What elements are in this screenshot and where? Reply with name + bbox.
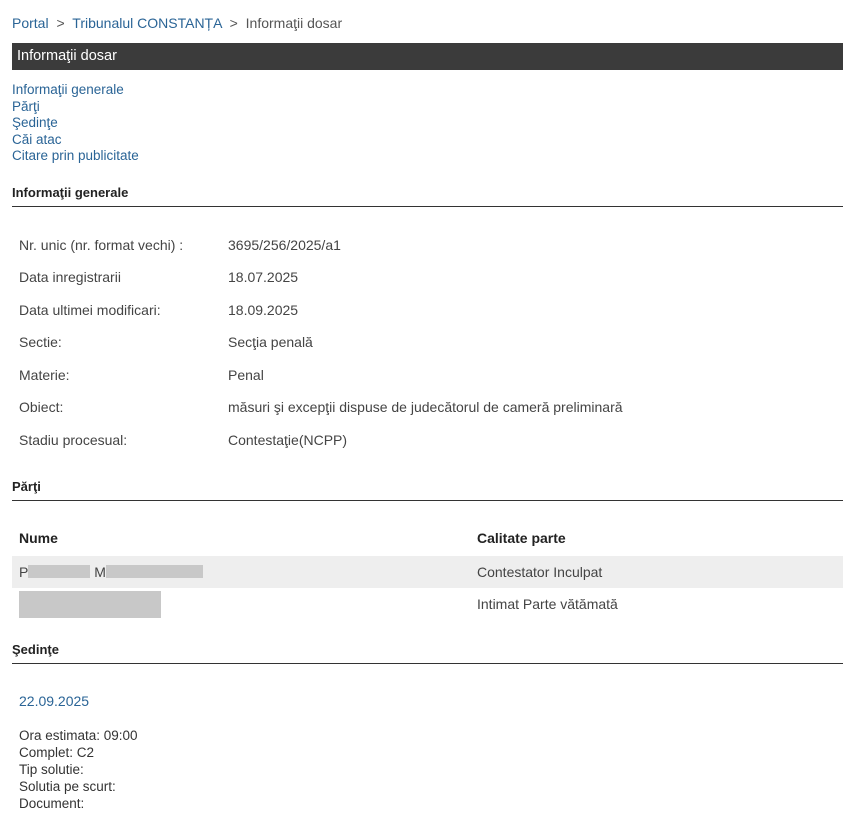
party-role: Contestator Inculpat: [477, 564, 603, 580]
breadcrumb-current: Informaţii dosar: [245, 15, 343, 31]
info-label: Materie:: [19, 367, 70, 383]
redaction-bar: [105, 565, 203, 578]
info-label: Stadiu procesual:: [19, 432, 128, 448]
info-value: Secţia penală: [228, 334, 313, 350]
page-title: Informaţii dosar: [17, 48, 117, 64]
info-value: 18.09.2025: [228, 302, 299, 318]
hearing-solutia: Solutia pe scurt:: [19, 779, 116, 794]
party-name-initial: P: [19, 564, 29, 580]
hearing-details: Ora estimata: 09:00 Complet: C2 Tip solu…: [19, 727, 138, 812]
info-label: Nr. unic (nr. format vechi) :: [19, 237, 184, 253]
section-heading-parti: Părţi: [12, 479, 843, 501]
redaction-bar: [28, 565, 91, 578]
breadcrumb-court-link[interactable]: Tribunalul CONSTANȚA: [72, 15, 221, 31]
info-label: Obiect:: [19, 399, 64, 415]
breadcrumb-separator: >: [229, 15, 238, 31]
breadcrumb-portal-link[interactable]: Portal: [12, 15, 49, 31]
column-header-calitate: Calitate parte: [477, 530, 566, 546]
info-value: Penal: [228, 367, 264, 383]
hearing-document: Document:: [19, 796, 85, 811]
column-header-nume: Nume: [19, 530, 58, 546]
breadcrumb: Portal > Tribunalul CONSTANȚA > Informaţ…: [12, 15, 342, 31]
nav-link-sedinte[interactable]: Şedinţe: [12, 115, 139, 132]
hearing-ora: Ora estimata: 09:00: [19, 728, 138, 743]
info-value: măsuri şi excepţii dispuse de judecătoru…: [228, 399, 623, 415]
info-label: Sectie:: [19, 334, 62, 350]
info-value: Contestaţie(NCPP): [228, 432, 348, 448]
nav-link-parti[interactable]: Părţi: [12, 99, 139, 116]
redaction-bar: [19, 591, 161, 618]
table-row: Intimat Parte vătămată: [12, 588, 843, 620]
page-title-bar: Informaţii dosar: [12, 43, 843, 70]
party-name-initial: M: [94, 564, 106, 580]
section-nav: Informaţii generale Părţi Şedinţe Căi at…: [12, 82, 139, 165]
info-label: Data inregistrarii: [19, 269, 121, 285]
nav-link-cai-atac[interactable]: Căi atac: [12, 132, 139, 149]
nav-link-informatii-generale[interactable]: Informaţii generale: [12, 82, 139, 99]
party-name: P M: [19, 564, 203, 580]
party-role: Intimat Parte vătămată: [477, 596, 618, 612]
section-heading-sedinte: Şedinţe: [12, 642, 843, 664]
hearing-date-link[interactable]: 22.09.2025: [19, 693, 89, 709]
nav-link-citare-publicitate[interactable]: Citare prin publicitate: [12, 148, 139, 165]
info-label: Data ultimei modificari:: [19, 302, 161, 318]
breadcrumb-separator: >: [56, 15, 65, 31]
table-row: P M Contestator Inculpat: [12, 556, 843, 588]
section-heading-general: Informaţii generale: [12, 185, 843, 207]
info-value: 18.07.2025: [228, 269, 299, 285]
info-value: 3695/256/2025/a1: [228, 237, 341, 253]
hearing-complet: Complet: C2: [19, 745, 95, 760]
hearing-tip-solutie: Tip solutie:: [19, 762, 84, 777]
